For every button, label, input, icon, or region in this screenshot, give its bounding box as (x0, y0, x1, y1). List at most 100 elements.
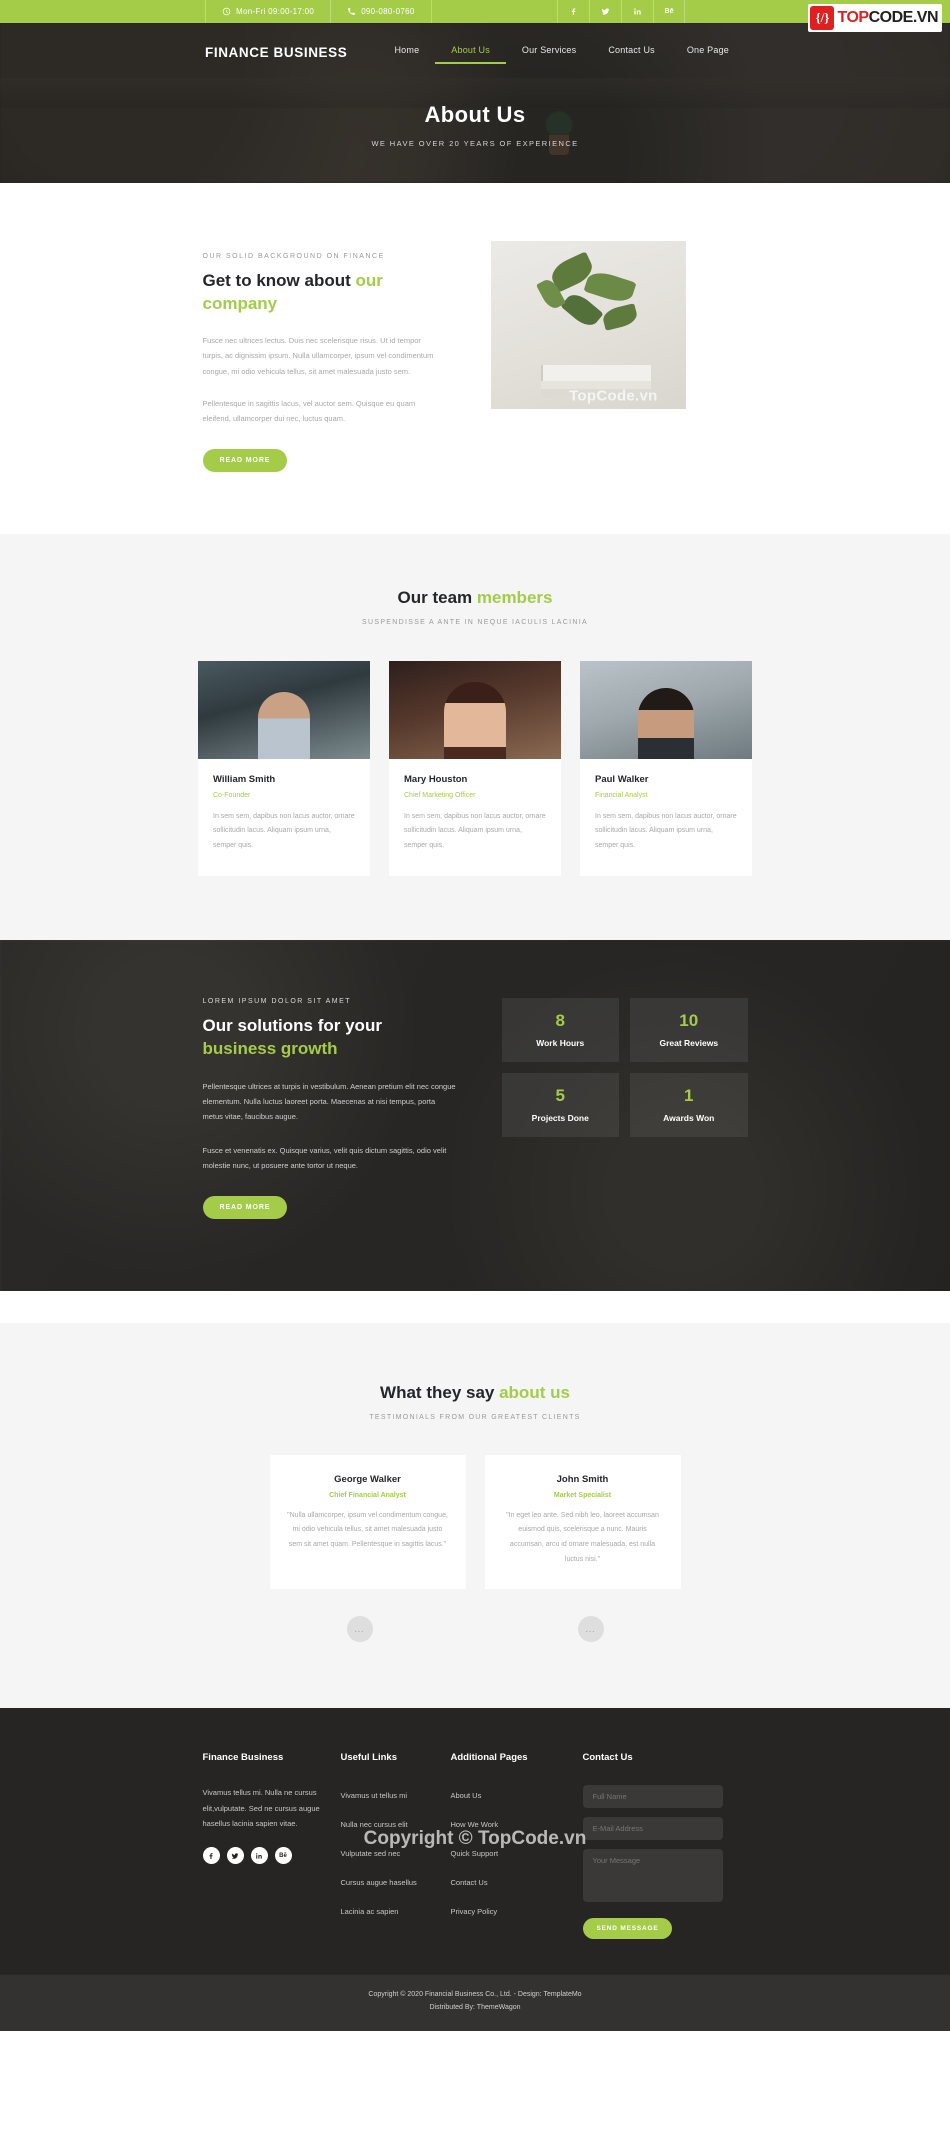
solutions-read-more-button[interactable]: READ MORE (202, 1195, 288, 1219)
site-brand[interactable]: FINANCE BUSINESS (205, 45, 347, 60)
phone-number[interactable]: 090-080-0760 (331, 0, 432, 23)
email-input[interactable] (582, 1817, 723, 1841)
topcode-watermark-logo: {/} TOP CODE .VN (808, 4, 942, 32)
image-watermark: TopCode.vn (569, 387, 658, 405)
footer-contact-heading: Contact Us (582, 1752, 633, 1764)
footer-link[interactable]: Cursus augue hasellus (341, 1878, 417, 1887)
footer-link[interactable]: Vivamus ut tellus mi (341, 1791, 408, 1800)
team-member-card[interactable]: Paul Walker Financial Analyst In sem sem… (580, 660, 752, 876)
testimonial-cards-row: George Walker Chief Financial Analyst "N… (0, 1454, 950, 1590)
footer-additional-pages-list: About Us How We Work Quick Support Conta… (451, 1785, 561, 1919)
footer-link-quick-support[interactable]: Quick Support (451, 1849, 499, 1858)
testimonial-name: John Smith (556, 1473, 609, 1485)
phone-number-text: 090-080-0760 (361, 7, 415, 16)
testimonials-title-main: What they say (380, 1382, 500, 1402)
stat-card-work-hours: 8 Work Hours (501, 997, 619, 1062)
copyright-bar: Copyright © 2020 Financial Business Co.,… (0, 1975, 950, 2032)
hero-subtitle: WE HAVE OVER 20 YEARS OF EXPERIENCE (371, 139, 579, 148)
team-member-photo (198, 660, 370, 759)
about-heading: Get to know about our company (203, 270, 441, 316)
linkedin-icon[interactable] (250, 1847, 268, 1865)
topcode-vn-text: .VN (912, 9, 939, 26)
nav-item-about-us[interactable]: About Us (435, 41, 506, 64)
footer-link[interactable]: Vulputate sed nec (341, 1849, 401, 1858)
leaf-decoration-icon (600, 303, 639, 331)
site-footer: Finance Business Vivamus tellus mi. Null… (0, 1708, 950, 2032)
team-title-accent: members (476, 587, 553, 607)
solutions-heading-accent: business growth (202, 1039, 338, 1059)
about-section: OUR SOLID BACKGROUND ON FINANCE Get to k… (0, 183, 950, 534)
stat-number: 1 (684, 1086, 694, 1106)
about-image: TopCode.vn (490, 241, 686, 409)
team-member-card[interactable]: William Smith Co-Founder In sem sem, dap… (198, 660, 370, 876)
solutions-paragraph-2: Fusce et venenatis ex. Quisque varius, v… (202, 1145, 447, 1171)
solutions-paragraph-1: Pellentesque ultrices at turpis in vesti… (202, 1081, 456, 1122)
topcode-top-text: TOP (837, 9, 869, 26)
footer-link[interactable]: Lacinia ac sapien (341, 1907, 399, 1916)
footer-about-heading: Finance Business (202, 1752, 284, 1764)
nav-item-home[interactable]: Home (378, 41, 435, 64)
testimonials-header: What they say about us TESTIMONIALS FROM… (0, 1383, 950, 1421)
team-title-main: Our team (397, 587, 477, 607)
carousel-next-button[interactable]: ... (577, 1616, 604, 1643)
footer-link-about-us[interactable]: About Us (451, 1791, 482, 1800)
testimonial-role: Market Specialist (553, 1491, 612, 1499)
stat-number: 8 (555, 1011, 565, 1031)
team-member-desc: In sem sem, dapibus non lacus auctor, or… (213, 812, 355, 850)
solutions-text-column: LOREM IPSUM DOLOR SIT AMET Our solutions… (202, 998, 458, 1219)
team-cards-row: William Smith Co-Founder In sem sem, dap… (0, 660, 950, 876)
stat-number: 10 (679, 1011, 699, 1031)
team-member-desc: In sem sem, dapibus non lacus auctor, or… (404, 812, 546, 850)
send-message-button[interactable]: SEND MESSAGE (582, 1918, 673, 1940)
behance-icon[interactable]: Bē (653, 0, 685, 23)
testimonials-section: What they say about us TESTIMONIALS FROM… (0, 1322, 950, 1709)
topbar-social-group: Bē (557, 0, 685, 23)
team-member-photo (580, 660, 752, 759)
nav-item-our-services[interactable]: Our Services (506, 41, 592, 64)
footer-link-privacy-policy[interactable]: Privacy Policy (451, 1907, 498, 1916)
top-info-bar: Mon-Fri 09:00-17:00 090-080-0760 Bē {/} … (0, 0, 950, 32)
twitter-icon[interactable] (226, 1847, 244, 1865)
team-section: Our team members SUSPENDISSE A ANTE IN N… (0, 533, 950, 940)
nav-item-contact-us[interactable]: Contact Us (592, 41, 671, 64)
team-member-desc: In sem sem, dapibus non lacus auctor, or… (595, 812, 737, 850)
hero-content: About Us WE HAVE OVER 20 YEARS OF EXPERI… (0, 102, 950, 148)
stat-label: Work Hours (536, 1038, 585, 1049)
stat-number: 5 (555, 1086, 565, 1106)
carousel-prev-button[interactable]: ... (346, 1616, 373, 1643)
about-paragraph-1: Fusce nec ultrices lectus. Duis nec scel… (202, 335, 434, 376)
topbar-contact-group: Mon-Fri 09:00-17:00 090-080-0760 (205, 0, 432, 23)
solutions-section: LOREM IPSUM DOLOR SIT AMET Our solutions… (0, 939, 950, 1291)
footer-contact-column: Contact Us SEND MESSAGE (582, 1752, 723, 1940)
twitter-icon[interactable] (589, 0, 621, 23)
about-text-column: OUR SOLID BACKGROUND ON FINANCE Get to k… (202, 241, 463, 472)
facebook-icon[interactable] (202, 1847, 220, 1865)
business-hours: Mon-Fri 09:00-17:00 (205, 0, 332, 23)
about-paragraph-2: Pellentesque in sagittis lacus, vel auct… (202, 399, 416, 424)
leaf-decoration-icon (582, 268, 637, 306)
copyright-line-1: Copyright © 2020 Financial Business Co.,… (368, 1991, 582, 1999)
team-header: Our team members SUSPENDISSE A ANTE IN N… (0, 588, 950, 626)
facebook-icon[interactable] (557, 0, 589, 23)
full-name-input[interactable] (582, 1785, 723, 1809)
testimonial-card: George Walker Chief Financial Analyst "N… (269, 1454, 466, 1590)
testimonial-quote: "In eget leo ante. Sed nibh leo, laoreet… (506, 1511, 659, 1563)
nav-item-one-page[interactable]: One Page (671, 41, 745, 64)
about-heading-accent-1: our (355, 271, 383, 290)
testimonial-name: George Walker (334, 1473, 401, 1485)
behance-icon[interactable]: Bē (274, 1847, 292, 1865)
team-member-name: Mary Houston (404, 773, 468, 785)
clock-icon (222, 7, 231, 16)
footer-useful-links-list: Vivamus ut tellus mi Nulla nec cursus el… (341, 1785, 441, 1919)
message-textarea[interactable] (582, 1849, 723, 1903)
stat-label: Awards Won (663, 1113, 715, 1124)
footer-link-contact-us[interactable]: Contact Us (451, 1878, 488, 1887)
about-read-more-button[interactable]: READ MORE (202, 448, 288, 472)
about-heading-main: Get to know about (202, 271, 356, 290)
testimonial-quote: "Nulla ullamcorper, ipsum vel condimentu… (287, 1511, 448, 1548)
team-member-card[interactable]: Mary Houston Chief Marketing Officer In … (389, 660, 561, 876)
footer-about-text: Vivamus tellus mi. Nulla ne cursus elit,… (202, 1788, 320, 1829)
linkedin-icon[interactable] (621, 0, 653, 23)
solutions-heading: Our solutions for your business growth (203, 1014, 458, 1061)
team-title: Our team members (0, 588, 950, 608)
